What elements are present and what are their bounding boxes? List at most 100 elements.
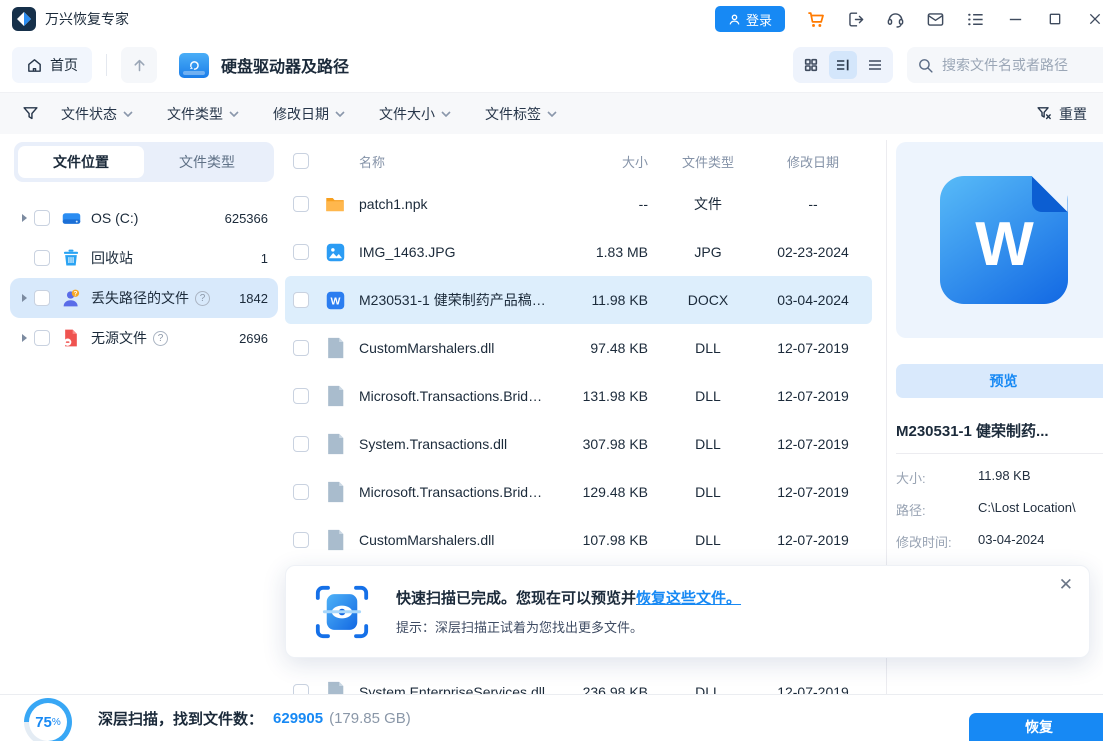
cell-date: 12-07-2019 — [754, 340, 872, 356]
arrow-up-icon — [131, 57, 148, 74]
row-checkbox[interactable] — [293, 244, 309, 260]
tab-file-type[interactable]: 文件类型 — [144, 146, 270, 178]
grid-view-icon[interactable] — [797, 51, 825, 79]
filter-dropdown-4[interactable]: 文件标签 — [485, 104, 557, 124]
preview-file-title: M230531-1 健荣制药... — [896, 420, 1103, 441]
row-checkbox[interactable] — [293, 340, 309, 356]
table-row[interactable]: Microsoft.Transactions.Bridge.Dtc....129… — [285, 468, 872, 516]
filter-label: 文件大小 — [379, 104, 435, 124]
cell-date: 12-07-2019 — [754, 532, 872, 548]
maximize-icon[interactable] — [1045, 9, 1065, 29]
item-checkbox[interactable] — [34, 210, 50, 226]
detail-label: 大小: — [896, 468, 978, 487]
search-input[interactable] — [942, 57, 1082, 73]
home-button[interactable]: 首页 — [12, 47, 92, 83]
cell-name: patch1.npk — [359, 196, 548, 212]
home-icon — [26, 57, 43, 74]
expand-arrow-icon[interactable] — [18, 334, 30, 342]
item-checkbox[interactable] — [34, 290, 50, 306]
drive-icon — [60, 207, 82, 229]
bottom-bar: 75% 深层扫描，找到文件数： 629905 (179.85 GB) 恢复 — [0, 694, 1103, 741]
navigate-up-button[interactable] — [121, 47, 157, 83]
item-checkbox[interactable] — [34, 250, 50, 266]
close-icon[interactable] — [1085, 9, 1103, 29]
filter-dropdown-2[interactable]: 修改日期 — [273, 104, 345, 124]
list-detail-view-icon[interactable] — [829, 51, 857, 79]
filter-reset-icon — [1036, 105, 1053, 122]
login-button[interactable]: 登录 — [715, 6, 785, 32]
cell-date: 02-23-2024 — [754, 244, 872, 260]
table-row[interactable]: System.Transactions.dll307.98 KBDLL12-07… — [285, 420, 872, 468]
filter-dropdown-0[interactable]: 文件状态 — [61, 104, 133, 124]
filter-dropdown-1[interactable]: 文件类型 — [167, 104, 239, 124]
page-title: 硬盘驱动器及路径 — [221, 53, 349, 77]
recycle-bin-icon — [60, 247, 82, 269]
nav-bar: 首页 硬盘驱动器及路径 — [0, 38, 1103, 92]
view-toggle-group — [793, 47, 893, 83]
filter-label: 文件类型 — [167, 104, 223, 124]
scan-status-label: 深层扫描，找到文件数： — [98, 708, 263, 729]
mail-icon[interactable] — [925, 9, 945, 29]
row-checkbox[interactable] — [293, 532, 309, 548]
expand-arrow-icon[interactable] — [18, 294, 30, 302]
chevron-down-icon — [547, 111, 557, 117]
column-size[interactable]: 大小 — [548, 152, 648, 171]
search-icon — [917, 57, 934, 74]
filter-funnel-icon — [22, 105, 39, 122]
table-row[interactable]: Microsoft.Transactions.Bridge.Dtc....131… — [285, 372, 872, 420]
row-checkbox[interactable] — [293, 388, 309, 404]
sidebar-item-2[interactable]: ?丢失路径的文件?1842 — [10, 278, 278, 318]
filter-dropdown-3[interactable]: 文件大小 — [379, 104, 451, 124]
table-row[interactable]: CustomMarshalers.dll97.48 KBDLL12-07-201… — [285, 324, 872, 372]
cell-date: 12-07-2019 — [754, 388, 872, 404]
menu-list-icon[interactable] — [965, 9, 985, 29]
filter-dropdowns: 文件状态 文件类型 修改日期 文件大小 文件标签 — [61, 104, 591, 124]
cart-icon[interactable] — [805, 9, 825, 29]
table-row[interactable]: patch1.npk--文件-- — [285, 180, 872, 228]
filter-label: 文件状态 — [61, 104, 117, 124]
support-headset-icon[interactable] — [885, 9, 905, 29]
table-row[interactable]: WM230531-1 健荣制药产品稿A 13V1...11.98 KBDOCX0… — [285, 276, 872, 324]
detail-row: 修改时间:03-04-2024 — [896, 532, 1103, 551]
reset-filters-button[interactable]: 重置 — [1036, 104, 1087, 124]
row-checkbox[interactable] — [293, 292, 309, 308]
divider — [106, 54, 107, 76]
cell-date: 03-04-2024 — [754, 292, 872, 308]
export-icon[interactable] — [845, 9, 865, 29]
row-checkbox[interactable] — [293, 684, 309, 694]
item-checkbox[interactable] — [34, 330, 50, 346]
expand-arrow-icon[interactable] — [18, 214, 30, 222]
sidebar-item-0[interactable]: OS (C:)625366 — [10, 198, 278, 238]
list-view-icon[interactable] — [861, 51, 889, 79]
sidebar-item-1[interactable]: 回收站1 — [10, 238, 278, 278]
no-source-icon — [60, 327, 82, 349]
cell-type: DLL — [662, 388, 754, 404]
preview-button[interactable]: 预览 — [896, 364, 1103, 398]
help-icon[interactable]: ? — [153, 331, 168, 346]
cell-name: Microsoft.Transactions.Bridge.Dtc.... — [359, 388, 548, 404]
table-row[interactable]: System.EnterpriseServices.dll236.98 KBDL… — [285, 668, 872, 694]
row-checkbox[interactable] — [293, 436, 309, 452]
column-name[interactable]: 名称 — [309, 152, 548, 171]
recover-files-link[interactable]: 恢复这些文件。 — [636, 590, 741, 607]
minimize-icon[interactable] — [1005, 9, 1025, 29]
banner-close-icon[interactable]: ✕ — [1059, 576, 1073, 593]
select-all-checkbox[interactable] — [293, 153, 309, 169]
sidebar-tree: OS (C:)625366回收站1?丢失路径的文件?1842无源文件?2696 — [10, 198, 278, 358]
row-checkbox[interactable] — [293, 196, 309, 212]
detail-label: 修改时间: — [896, 532, 978, 551]
word-document-icon: W — [940, 176, 1068, 304]
tab-file-location[interactable]: 文件位置 — [18, 146, 144, 178]
cell-size: 97.48 KB — [548, 340, 648, 356]
row-checkbox[interactable] — [293, 484, 309, 500]
table-row[interactable]: IMG_1463.JPG1.83 MBJPG02-23-2024 — [285, 228, 872, 276]
recover-button[interactable]: 恢复 — [969, 713, 1103, 741]
scan-complete-banner: 快速扫描已完成。您现在可以预览并恢复这些文件。 提示：深层扫描正试着为您找出更多… — [285, 565, 1090, 658]
column-type[interactable]: 文件类型 — [662, 152, 754, 171]
table-row[interactable]: CustomMarshalers.dll107.98 KBDLL12-07-20… — [285, 516, 872, 564]
sidebar-item-3[interactable]: 无源文件?2696 — [10, 318, 278, 358]
chevron-down-icon — [123, 111, 133, 117]
column-date[interactable]: 修改日期 — [754, 152, 872, 171]
folder-file-icon — [323, 193, 347, 215]
help-icon[interactable]: ? — [195, 291, 210, 306]
